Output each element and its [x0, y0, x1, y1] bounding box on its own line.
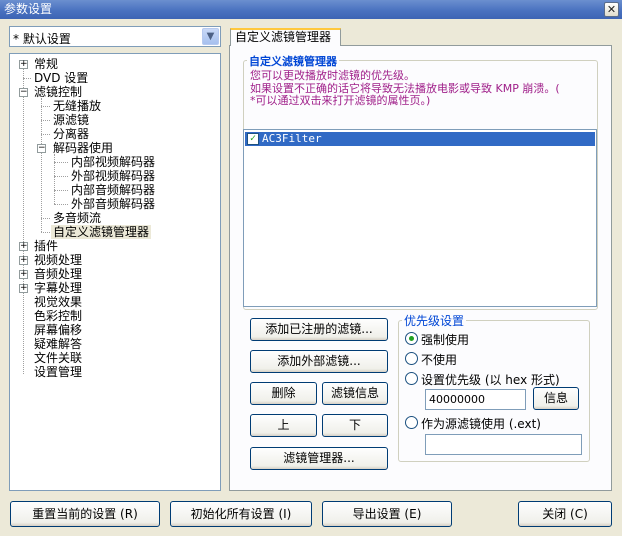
tree-item-splitter[interactable]: 分离器 — [51, 127, 91, 141]
window-titlebar: 参数设置 ✕ — [0, 0, 622, 19]
move-up-button[interactable]: 上 — [250, 414, 317, 437]
tree-connector — [41, 106, 50, 107]
radio-none[interactable] — [405, 352, 418, 365]
radio-set-priority-label: 设置优先级 (以 hex 形式) — [421, 373, 560, 387]
tree-connector — [41, 98, 42, 232]
tree-item-color-control[interactable]: 色彩控制 — [32, 309, 84, 323]
tab-custom-filter-manager[interactable]: 自定义滤镜管理器 — [230, 28, 341, 46]
filter-row[interactable]: ✓ AC3Filter — [245, 132, 595, 146]
reset-current-button[interactable]: 重置当前的设置 (R) — [10, 501, 160, 527]
export-settings-button[interactable]: 导出设置 (E) — [322, 501, 452, 527]
priority-value-input[interactable]: 40000000 — [425, 389, 526, 410]
filter-info-button[interactable]: 滤镜信息 — [322, 382, 388, 405]
priority-info-button[interactable]: 信息 — [533, 387, 579, 410]
tree-connector — [23, 78, 31, 79]
settings-tree[interactable]: + 常规 DVD 设置 − 滤镜控制 无缝播放 源滤镜 分离器 − 解码器使用 … — [9, 53, 221, 491]
close-button[interactable]: 关闭 (C) — [518, 501, 612, 527]
tree-item-internal-video-decoder[interactable]: 内部视频解码器 — [69, 155, 157, 169]
tree-connector — [41, 232, 50, 233]
tree-item-screen-offset[interactable]: 屏幕偏移 — [32, 323, 84, 337]
tree-item-multi-audio[interactable]: 多音频流 — [51, 211, 103, 225]
source-extension-input[interactable] — [425, 434, 582, 455]
tree-connector — [54, 162, 68, 163]
filter-list[interactable]: ✓ AC3Filter — [243, 129, 597, 307]
collapse-icon[interactable]: − — [19, 88, 28, 97]
tree-item-plugins[interactable]: 插件 — [32, 239, 60, 253]
tree-item-troubleshooting[interactable]: 疑难解答 — [32, 337, 84, 351]
close-icon: ✕ — [606, 3, 617, 16]
init-all-button[interactable]: 初始化所有设置 (I) — [170, 501, 312, 527]
delete-button[interactable]: 删除 — [250, 382, 317, 405]
tree-connector — [41, 134, 50, 135]
tree-item-external-video-decoder[interactable]: 外部视频解码器 — [69, 169, 157, 183]
tree-item-settings-management[interactable]: 设置管理 — [32, 365, 84, 379]
expand-icon[interactable]: + — [19, 256, 28, 265]
tree-item-subtitle-processing[interactable]: 字幕处理 — [32, 281, 84, 295]
add-registered-filter-button[interactable]: 添加已注册的滤镜... — [250, 318, 388, 341]
chevron-down-icon[interactable]: ▼ — [202, 28, 219, 45]
description-line-3: *可以通过双击来打开滤镜的属性页。) — [250, 94, 431, 107]
tree-item-video-processing[interactable]: 视频处理 — [32, 253, 84, 267]
tree-connector — [41, 120, 50, 121]
tree-item-internal-audio-decoder[interactable]: 内部音频解码器 — [69, 183, 157, 197]
tree-connector — [41, 218, 50, 219]
preset-value: * 默认设置 — [13, 32, 71, 46]
tree-connector — [23, 64, 24, 374]
radio-as-source-label: 作为源滤镜使用 (.ext) — [421, 417, 541, 431]
tree-item-visual-effects[interactable]: 视觉效果 — [32, 295, 84, 309]
radio-force[interactable] — [405, 332, 418, 345]
expand-icon[interactable]: + — [19, 60, 28, 69]
tree-item-source-filter[interactable]: 源滤镜 — [51, 113, 91, 127]
filter-name: AC3Filter — [262, 132, 322, 145]
tree-item-filter-control[interactable]: 滤镜控制 — [32, 85, 84, 99]
tree-item-general[interactable]: 常规 — [32, 57, 60, 71]
add-external-filter-button[interactable]: 添加外部滤镜... — [250, 350, 388, 373]
expand-icon[interactable]: + — [19, 270, 28, 279]
expand-icon[interactable]: + — [19, 242, 28, 251]
window-title: 参数设置 — [4, 2, 53, 16]
priority-title: 优先级设置 — [402, 312, 467, 329]
tree-item-custom-filter-manager[interactable]: 自定义滤镜管理器 — [51, 225, 152, 239]
tree-connector — [54, 204, 68, 205]
preset-select[interactable]: * 默认设置 ▼ — [9, 26, 221, 47]
tree-item-audio-processing[interactable]: 音频处理 — [32, 267, 84, 281]
tree-item-decoder-usage[interactable]: 解码器使用 — [51, 141, 115, 155]
radio-as-source[interactable] — [405, 416, 418, 429]
tree-connector — [54, 176, 68, 177]
filter-checkbox[interactable]: ✓ — [247, 133, 259, 145]
radio-force-label: 强制使用 — [421, 333, 470, 347]
move-down-button[interactable]: 下 — [322, 414, 388, 437]
collapse-icon[interactable]: − — [37, 144, 46, 153]
expand-icon[interactable]: + — [19, 284, 28, 293]
radio-none-label: 不使用 — [421, 353, 458, 367]
tree-item-dvd[interactable]: DVD 设置 — [32, 71, 90, 85]
tree-item-file-association[interactable]: 文件关联 — [32, 351, 84, 365]
tree-item-external-audio-decoder[interactable]: 外部音频解码器 — [69, 197, 157, 211]
tree-item-seamless[interactable]: 无缝播放 — [51, 99, 103, 113]
close-window-button[interactable]: ✕ — [604, 2, 619, 17]
tree-connector — [54, 190, 68, 191]
radio-set-priority[interactable] — [405, 372, 418, 385]
filter-manager-button[interactable]: 滤镜管理器... — [250, 447, 388, 470]
